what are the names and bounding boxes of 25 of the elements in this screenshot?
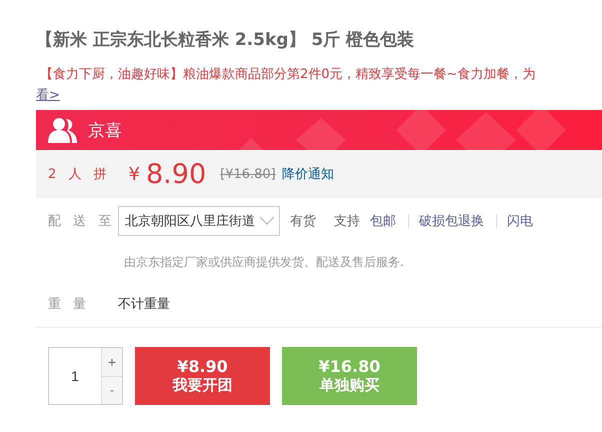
promo-text: 【食力下厨，油趣好味】粮油爆款商品部分第2件0元，精致享受每一餐~食力加餐，为	[40, 66, 536, 83]
quantity-field[interactable]: 1 + -	[48, 347, 123, 405]
group-size-label: 2 人 拼	[48, 166, 107, 183]
group-price: 8.90	[146, 158, 206, 190]
product-title: 【新米 正宗东北长粒香米 2.5kg】 5斤 橙色包装	[36, 29, 416, 51]
more-link[interactable]: 看>	[36, 86, 60, 104]
price-alert-link[interactable]: 降价通知	[282, 165, 334, 183]
weight-value: 不计重量	[118, 296, 170, 313]
banner-label: 京喜	[88, 120, 122, 142]
support-label: 支持	[334, 213, 360, 230]
currency-symbol: ¥	[128, 164, 140, 184]
buy-button[interactable]: ¥8.90 我要开团	[135, 347, 270, 405]
delivery-label: 配 送 至	[47, 213, 116, 230]
increment-button[interactable]: +	[102, 348, 122, 376]
seller-note: 由京东指定厂家或供应商提供发货、配送及售后服务.	[124, 254, 405, 271]
stock-status: 有货	[290, 213, 316, 230]
chevron-icon	[259, 216, 275, 226]
weight-label: 重 量	[47, 296, 92, 313]
original-price: [¥16.80]	[220, 166, 276, 182]
location-dropdown[interactable]: 北京朝阳区八里庄街道	[118, 206, 280, 236]
decrement-button[interactable]: -	[102, 376, 122, 404]
service-link[interactable]: 闪电	[507, 212, 533, 230]
service-link[interactable]: 破损包退换	[419, 212, 484, 230]
people-icon	[48, 117, 78, 143]
service-link[interactable]: 包邮	[370, 212, 396, 230]
